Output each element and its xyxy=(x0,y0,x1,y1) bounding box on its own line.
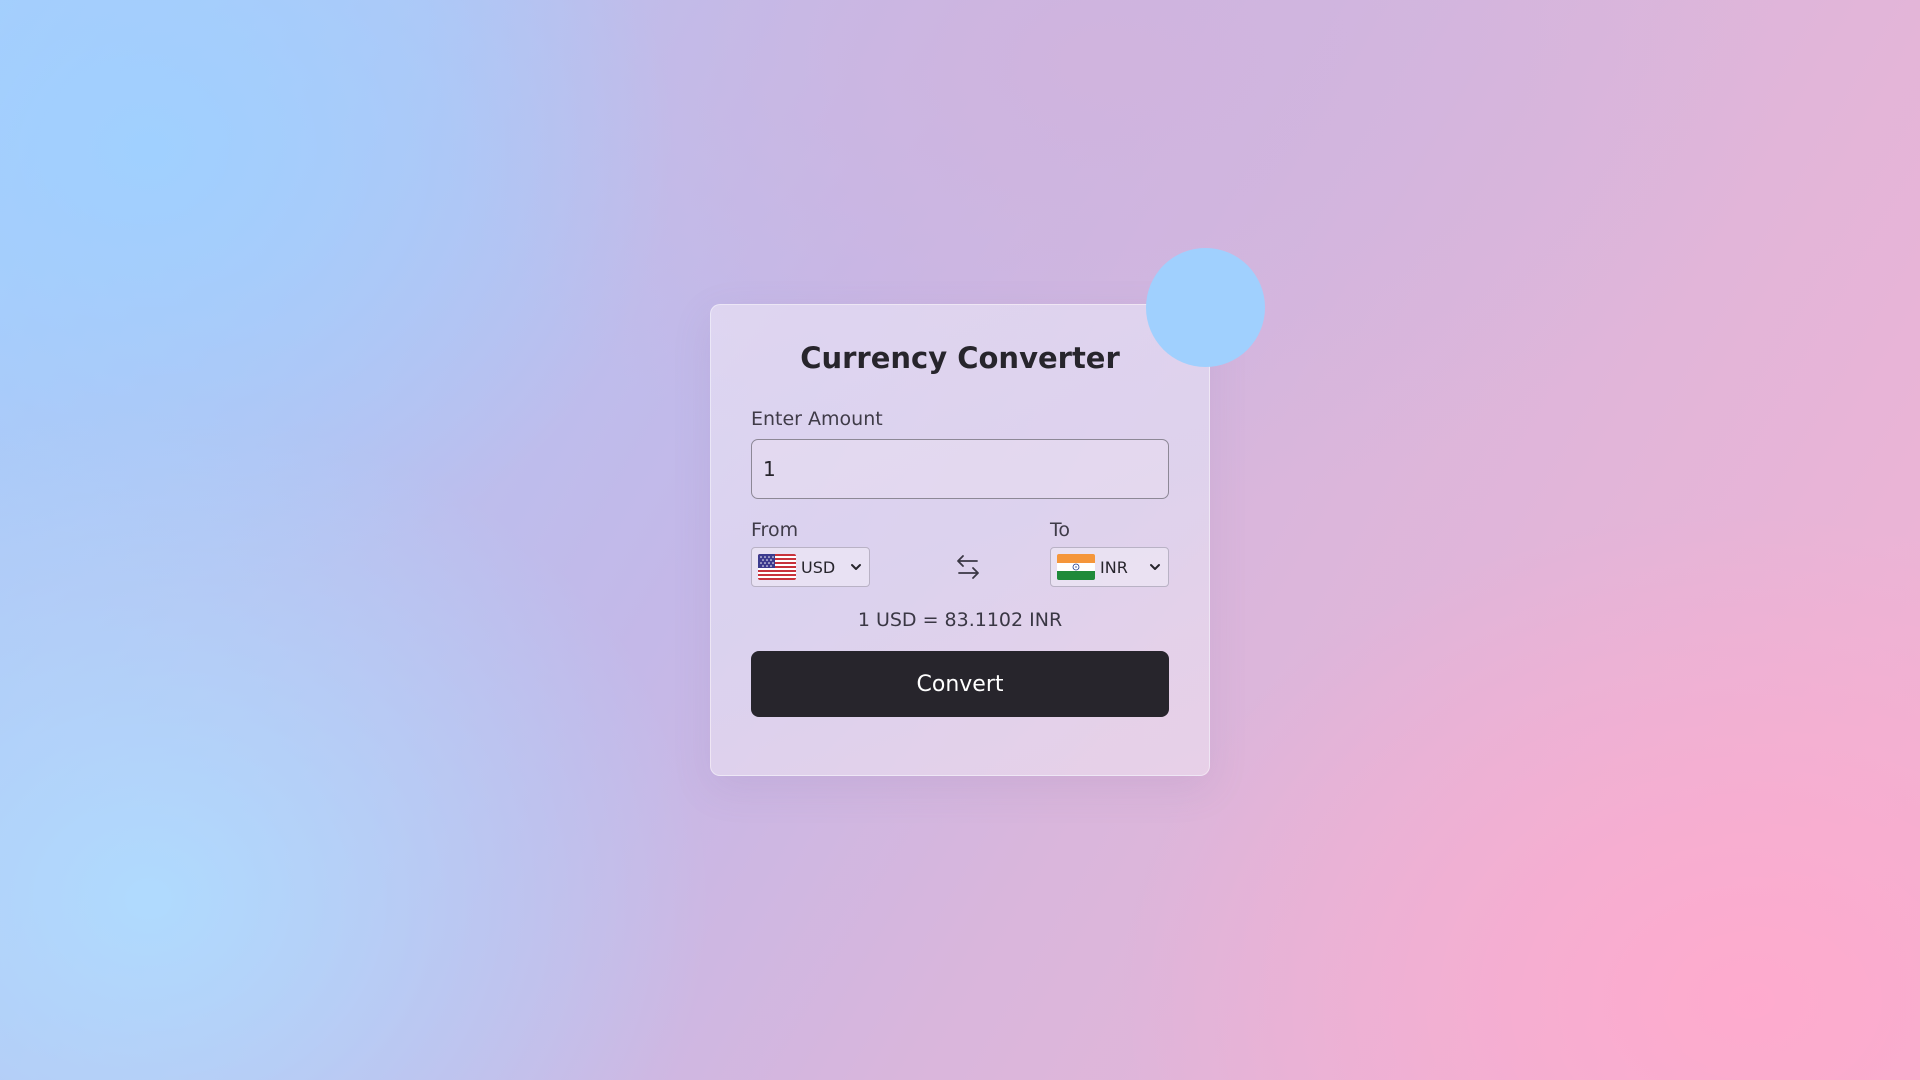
from-currency-select[interactable]: USD xyxy=(751,547,870,588)
convert-button[interactable]: Convert xyxy=(751,651,1169,718)
to-group: To INR xyxy=(1050,519,1169,588)
exchange-rate-text: 1 USD = 83.1102 INR xyxy=(857,609,1063,632)
to-label: To xyxy=(1050,518,1071,541)
india-flag-icon xyxy=(1057,554,1095,581)
to-currency-select[interactable]: INR xyxy=(1050,547,1169,588)
page-title: Currency Converter xyxy=(800,341,1120,375)
chevron-down-icon xyxy=(851,564,861,571)
from-label: From xyxy=(751,518,799,541)
from-currency-code: USD xyxy=(801,557,836,577)
from-group: From USD xyxy=(751,519,870,588)
to-currency-code: INR xyxy=(1100,557,1128,577)
us-flag-icon xyxy=(758,554,796,581)
currency-row: From USD To INR xyxy=(751,519,1169,588)
amount-label: Enter Amount xyxy=(751,407,883,430)
amount-input[interactable] xyxy=(751,438,1169,499)
converter-card: Currency Converter Enter Amount From xyxy=(710,304,1210,776)
chevron-down-icon xyxy=(1150,564,1160,571)
swap-arrows-icon[interactable] xyxy=(951,550,985,584)
decorative-circle xyxy=(1146,248,1265,367)
